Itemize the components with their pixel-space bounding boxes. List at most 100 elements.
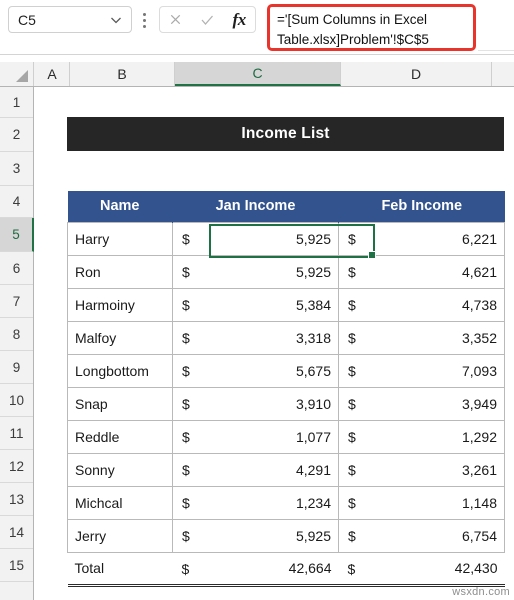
row-header-12[interactable]: 12: [0, 450, 33, 483]
row-header-5[interactable]: 5: [0, 218, 34, 252]
row-header-9[interactable]: 9: [0, 351, 33, 384]
row-header-10[interactable]: 10: [0, 384, 33, 417]
kebab-dot: [143, 25, 146, 28]
row-header-8[interactable]: 8: [0, 318, 33, 351]
cell-value: 3,910: [295, 395, 331, 412]
cell-name[interactable]: Jerry: [67, 518, 173, 553]
cell-value: 4,291: [295, 461, 331, 478]
column-header-c[interactable]: C: [175, 62, 341, 86]
cell-value: 6,754: [461, 527, 497, 544]
cell-value: 5,384: [295, 296, 331, 313]
formula-input[interactable]: ='[Sum Columns in Excel Table.xlsx]Probl…: [267, 4, 476, 51]
cell-feb-income[interactable]: $3,949: [338, 386, 505, 421]
cell-jan-income[interactable]: $1,234: [172, 485, 339, 520]
formula-bar-strip: C5 fx ='[Sum Columns in Excel Table.xlsx…: [0, 0, 514, 55]
cell-value: 3,261: [461, 461, 497, 478]
row-header-6[interactable]: 6: [0, 252, 33, 285]
currency-symbol: $: [348, 461, 356, 478]
table-row: Longbottom $5,675 $7,093: [67, 353, 505, 388]
currency-symbol: $: [348, 296, 356, 313]
currency-symbol: $: [182, 494, 190, 511]
cell-name[interactable]: Sonny: [67, 452, 173, 487]
cell-total-label[interactable]: Total: [67, 551, 173, 587]
worksheet-grid[interactable]: Income List Name Jan Income Feb Income H…: [35, 87, 514, 600]
row-header-13[interactable]: 13: [0, 483, 33, 516]
select-all-corner-button[interactable]: [0, 62, 34, 86]
currency-symbol: $: [348, 329, 356, 346]
cell-name[interactable]: Malfoy: [67, 320, 173, 355]
cell-name[interactable]: Reddle: [67, 419, 173, 454]
cell-feb-income[interactable]: $1,148: [338, 485, 505, 520]
cell-feb-income[interactable]: $3,352: [338, 320, 505, 355]
column-header-b[interactable]: B: [70, 62, 175, 86]
cell-name[interactable]: Ron: [67, 254, 173, 289]
currency-symbol: $: [348, 428, 356, 445]
cell-total-feb[interactable]: $42,430: [338, 551, 505, 587]
cell-jan-income[interactable]: $5,675: [172, 353, 339, 388]
cell-jan-income[interactable]: $5,925: [172, 518, 339, 553]
currency-symbol: $: [182, 296, 190, 313]
cell-feb-income[interactable]: $6,754: [338, 518, 505, 553]
row-header-1[interactable]: 1: [0, 87, 33, 118]
cell-feb-income[interactable]: $4,738: [338, 287, 505, 322]
cell-name[interactable]: Snap: [67, 386, 173, 421]
cell-jan-income[interactable]: $5,925: [172, 221, 339, 256]
cell-name[interactable]: Longbottom: [67, 353, 173, 388]
table-row: Snap $3,910 $3,949: [67, 386, 505, 421]
formula-bar-overflow: [478, 4, 514, 51]
column-header-name[interactable]: Name: [67, 191, 173, 222]
column-header-d[interactable]: D: [341, 62, 492, 86]
cell-feb-income[interactable]: $3,261: [338, 452, 505, 487]
row-header-4[interactable]: 4: [0, 186, 33, 218]
row-header-2[interactable]: 2: [0, 118, 33, 152]
cancel-button[interactable]: [163, 8, 189, 31]
row-header-partial[interactable]: [0, 582, 33, 600]
cell-value: 4,621: [461, 263, 497, 280]
cell-jan-income[interactable]: $3,318: [172, 320, 339, 355]
column-header-jan-income[interactable]: Jan Income: [172, 191, 339, 222]
row-header-11[interactable]: 11: [0, 417, 33, 450]
table-row: Sonny $4,291 $3,261: [67, 452, 505, 487]
cell-jan-income[interactable]: $5,925: [172, 254, 339, 289]
cell-total-jan[interactable]: $42,664: [172, 551, 339, 587]
row-header-7[interactable]: 7: [0, 285, 33, 318]
row-header-14[interactable]: 14: [0, 516, 33, 549]
confirm-check-icon: [201, 15, 214, 25]
insert-function-button[interactable]: fx: [226, 8, 252, 31]
name-box[interactable]: C5: [8, 6, 132, 33]
select-all-corner-icon: [16, 70, 28, 82]
currency-symbol: $: [348, 362, 356, 379]
cell-feb-income[interactable]: $1,292: [338, 419, 505, 454]
cell-name[interactable]: Harry: [67, 221, 173, 256]
cell-jan-income[interactable]: $3,910: [172, 386, 339, 421]
cell-value: 3,352: [461, 329, 497, 346]
cell-jan-income[interactable]: $5,384: [172, 287, 339, 322]
currency-symbol: $: [347, 560, 356, 577]
fx-insert-function-icon: fx: [232, 9, 247, 29]
cell-jan-income[interactable]: $4,291: [172, 452, 339, 487]
more-options-icon[interactable]: [143, 13, 147, 28]
cell-feb-income[interactable]: $7,093: [338, 353, 505, 388]
cell-value: 5,925: [295, 527, 331, 544]
chevron-down-icon[interactable]: [108, 12, 124, 28]
confirm-button[interactable]: [194, 8, 220, 31]
column-header-bar: A B C D: [0, 62, 514, 87]
row-header-15[interactable]: 15: [0, 549, 33, 582]
table-row: Malfoy $3,318 $3,352: [67, 320, 505, 355]
currency-symbol: $: [182, 461, 190, 478]
cell-name[interactable]: Harmoiny: [67, 287, 173, 322]
currency-symbol: $: [182, 263, 190, 280]
cell-jan-income[interactable]: $1,077: [172, 419, 339, 454]
cell-value: 5,925: [295, 263, 331, 280]
cell-feb-income[interactable]: $4,621: [338, 254, 505, 289]
row-header-3[interactable]: 3: [0, 152, 33, 186]
currency-symbol: $: [182, 230, 190, 247]
cell-value: 3,949: [461, 395, 497, 412]
column-header-a[interactable]: A: [35, 62, 70, 86]
cell-name[interactable]: Michcal: [67, 485, 173, 520]
currency-symbol: $: [348, 230, 356, 247]
income-table: Name Jan Income Feb Income Harry $5,925 $6…: [67, 191, 505, 587]
cell-feb-income[interactable]: $6,221: [338, 221, 505, 256]
name-box-value: C5: [18, 11, 36, 28]
column-header-feb-income[interactable]: Feb Income: [338, 191, 505, 222]
